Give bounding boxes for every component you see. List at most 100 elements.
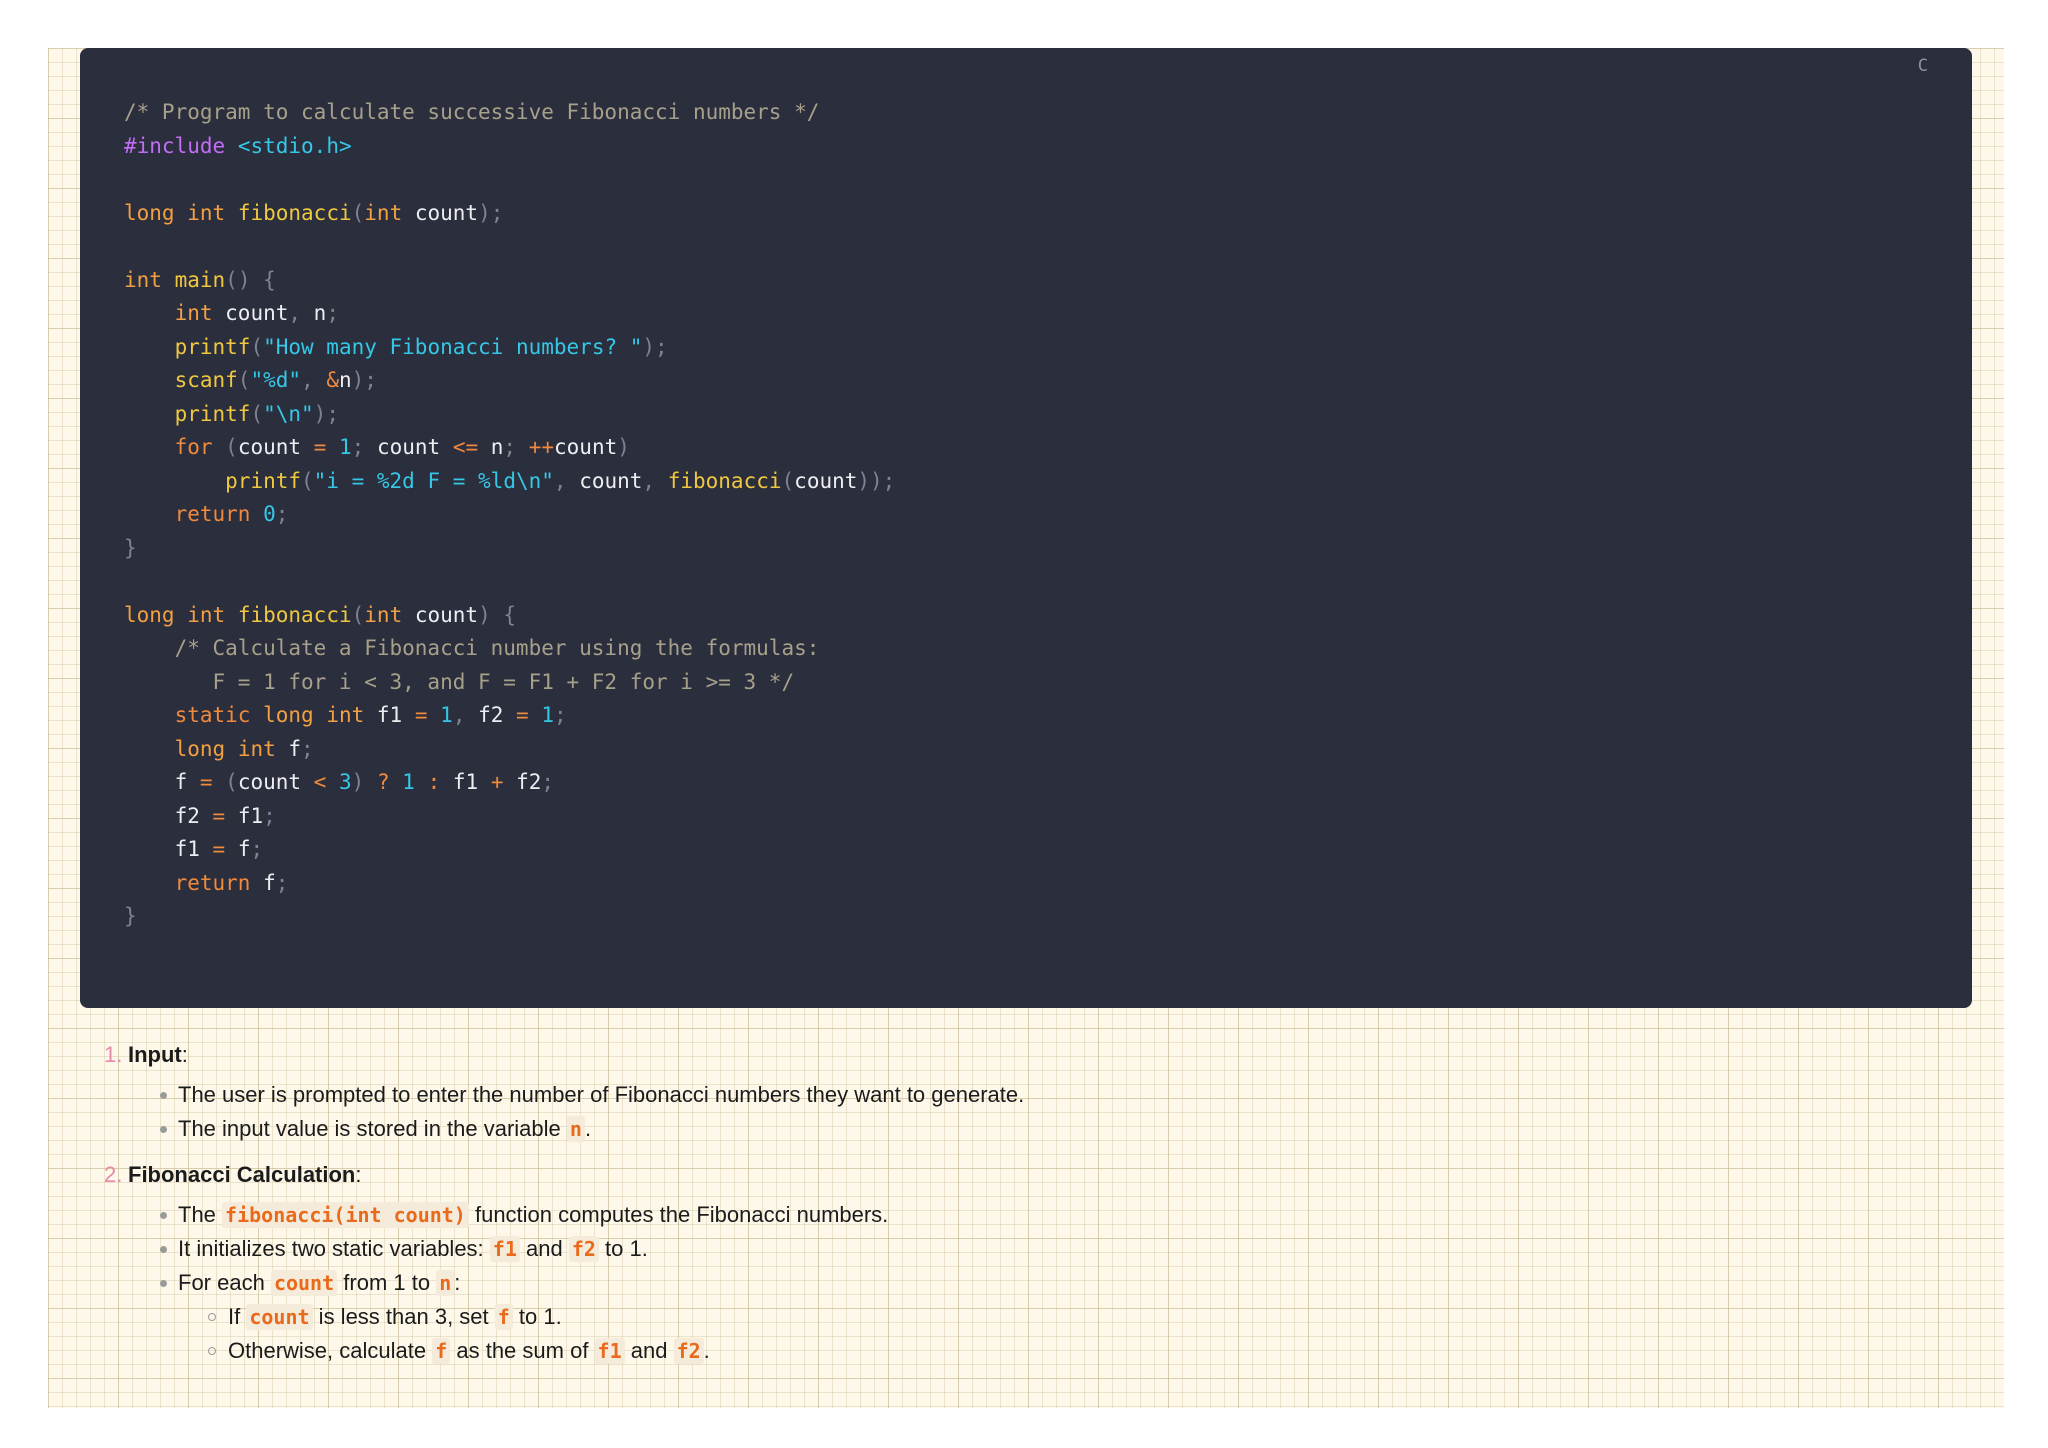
inline-code: f1 xyxy=(594,1338,625,1364)
code-token: fibonacci xyxy=(237,200,352,225)
code-token: n xyxy=(478,435,504,459)
code-token: ( xyxy=(781,468,795,493)
code-token: } xyxy=(124,535,137,560)
section-item: 1. Input: The user is prompted to enter th… xyxy=(104,1036,1964,1146)
code-line: return 0; xyxy=(124,498,1928,532)
code-token: #include xyxy=(124,133,226,158)
code-line: long int fibonacci(int count) { xyxy=(124,599,1928,633)
code-token: )); xyxy=(857,468,896,493)
code-token: , xyxy=(452,703,466,727)
code-line: /* Calculate a Fibonacci number using th… xyxy=(124,632,1928,666)
code-token: } xyxy=(124,904,137,928)
code-token: ; xyxy=(326,301,339,325)
bullet-item: For each count from 1 to n: If count is l… xyxy=(160,1266,1964,1368)
code-token: ( xyxy=(351,200,365,225)
text-span: function computes the Fibonacci numbers. xyxy=(468,1202,889,1227)
code-token: int xyxy=(326,703,365,727)
code-token: printf xyxy=(225,468,302,493)
inline-code: n xyxy=(436,1270,455,1296)
code-token: int xyxy=(187,200,226,225)
code-token: count xyxy=(554,435,618,459)
code-token: , xyxy=(288,301,302,325)
code-token: n xyxy=(301,301,327,325)
code-line: } xyxy=(124,900,1928,934)
code-line: long int fibonacci(int count); xyxy=(124,197,1928,231)
code-token: = xyxy=(414,703,428,727)
code-token: printf xyxy=(174,334,251,359)
code-token: ; xyxy=(554,703,567,727)
code-token: fibonacci xyxy=(667,468,782,493)
code-token: () { xyxy=(225,267,276,292)
code-token: ( xyxy=(301,468,314,493)
inline-code: f xyxy=(494,1304,513,1330)
document-page: C /* Program to calculate successive Fib… xyxy=(48,48,2004,1408)
code-token: & xyxy=(326,368,339,392)
code-token: ( xyxy=(212,435,238,459)
code-token: + xyxy=(490,770,504,794)
code-content[interactable]: /* Program to calculate successive Fibon… xyxy=(124,96,1928,934)
code-token: return xyxy=(174,502,251,526)
text-span: : xyxy=(454,1270,461,1295)
code-line: f1 = f; xyxy=(124,833,1928,867)
code-token: F = 1 for i < 3, and F = F1 + F2 for i >… xyxy=(124,669,795,694)
bullet-list: The fibonacci(int count) function comput… xyxy=(128,1198,1964,1368)
explanation-list: 1. Input: The user is prompted to enter th… xyxy=(104,1036,1964,1378)
code-token: scanf xyxy=(174,368,238,392)
code-token: ) { xyxy=(478,602,517,627)
code-line: #include <stdio.h> xyxy=(124,130,1928,164)
section-title: Fibonacci Calculation xyxy=(128,1162,356,1187)
code-token: ; xyxy=(503,435,517,459)
code-line: int main() { xyxy=(124,264,1928,298)
code-token: = xyxy=(516,703,529,727)
code-token: count xyxy=(212,301,289,325)
code-token: ); xyxy=(351,368,377,392)
text-span: is less than 3, set xyxy=(312,1304,495,1329)
code-token: long xyxy=(263,703,314,727)
code-token: f xyxy=(124,770,200,794)
code-token: f1 xyxy=(440,770,491,794)
code-language-label: C xyxy=(1917,56,1928,76)
code-token: long xyxy=(124,602,175,627)
code-token: ++ xyxy=(528,435,555,459)
code-token: static xyxy=(174,703,251,727)
code-line: printf("\n"); xyxy=(124,398,1928,432)
code-line: int count, n; xyxy=(124,297,1928,331)
code-token: 1 xyxy=(402,770,415,794)
code-token: 0 xyxy=(263,502,276,526)
code-line: /* Program to calculate successive Fibon… xyxy=(124,96,1928,130)
code-line: long int f; xyxy=(124,733,1928,767)
code-token: printf xyxy=(174,401,251,426)
code-token: fibonacci xyxy=(237,602,352,627)
text-span: The xyxy=(178,1202,223,1227)
code-token: ; xyxy=(301,736,314,761)
code-token: int xyxy=(187,602,226,627)
text-span: and xyxy=(519,1236,569,1261)
inline-code: count xyxy=(246,1304,313,1330)
code-line: F = 1 for i < 3, and F = F1 + F2 for i >… xyxy=(124,666,1928,700)
code-token: count xyxy=(364,435,453,459)
code-token: return xyxy=(174,870,251,895)
code-token: ? xyxy=(376,770,390,794)
code-token: : xyxy=(427,770,441,794)
code-token: = xyxy=(212,803,226,828)
text-span: For each xyxy=(178,1270,271,1295)
bullet-item: The fibonacci(int count) function comput… xyxy=(160,1198,1964,1232)
section-title-suffix: : xyxy=(181,1042,188,1067)
code-line: for (count = 1; count <= n; ++count) xyxy=(124,431,1928,465)
code-token: "i = %2d F = %ld\n" xyxy=(313,468,554,493)
code-token: "%d" xyxy=(250,368,302,392)
code-token: count xyxy=(794,468,858,493)
code-token: ) xyxy=(617,435,630,459)
code-token: ); xyxy=(313,401,339,426)
sub-bullet-list: If count is less than 3, set f to 1. Othe… xyxy=(178,1300,1964,1368)
section-item: 2. Fibonacci Calculation: The fibonacci(in… xyxy=(104,1156,1964,1368)
